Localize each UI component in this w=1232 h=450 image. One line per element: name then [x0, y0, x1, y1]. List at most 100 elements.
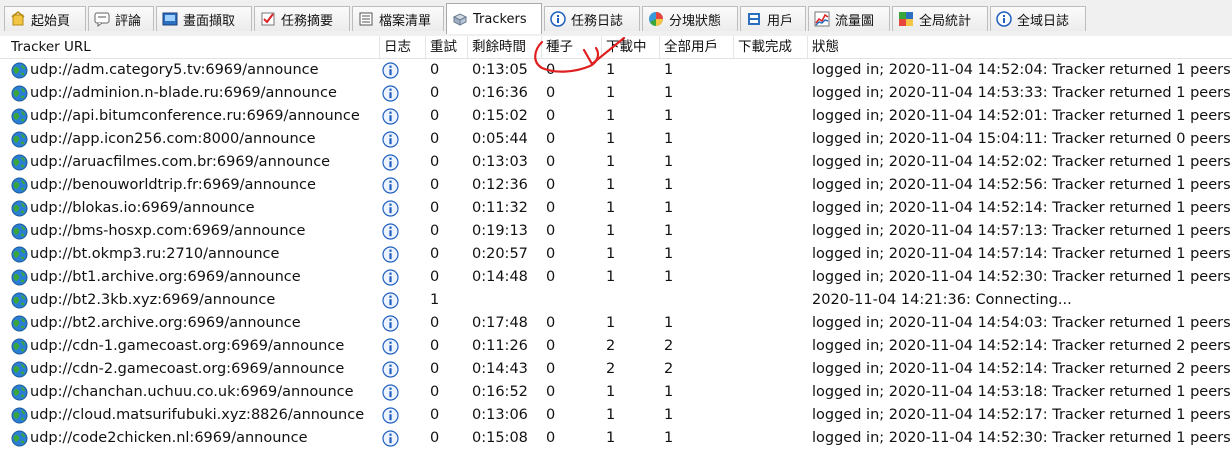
- column-header-remaining[interactable]: 剩餘時間: [468, 36, 542, 58]
- remaining-time: [468, 289, 542, 312]
- info-icon[interactable]: [382, 154, 399, 171]
- column-header-tracker-url[interactable]: Tracker URL: [7, 36, 380, 58]
- table-row[interactable]: udp://cdn-1.gamecoast.org:6969/announce …: [0, 335, 1232, 358]
- all-peers-count: 1: [664, 131, 674, 147]
- table-row[interactable]: udp://api.bitumconference.ru:6969/announ…: [0, 105, 1232, 128]
- tracker-status: logged in; 2020-11-04 14:52:14: Tracker …: [812, 338, 1231, 354]
- remaining-time: 0:11:32: [472, 200, 528, 216]
- info-icon[interactable]: [382, 292, 399, 309]
- tracker-url: udp://chanchan.uchuu.co.uk:6969/announce: [30, 384, 354, 400]
- tab-label: 分塊狀態: [669, 13, 722, 29]
- tab-bar: 起始頁 評論 畫面擷取 任務摘要 檔案清單 Trackers 任務日誌 分塊狀態…: [0, 0, 1232, 37]
- tab-label: 檔案清單: [379, 13, 432, 29]
- tracker-url: udp://code2chicken.nl:6969/announce: [30, 430, 308, 446]
- info-icon[interactable]: [382, 62, 399, 79]
- seeds-count: 0: [546, 62, 556, 78]
- table-row[interactable]: udp://aruacfilmes.com.br:6969/announce 0…: [0, 151, 1232, 174]
- tab-screenshots[interactable]: 畫面擷取: [156, 6, 252, 31]
- completed-count: [734, 220, 808, 243]
- column-header-retry[interactable]: 重試: [426, 36, 468, 58]
- tab-task-summary[interactable]: 任務摘要: [254, 6, 350, 31]
- column-header-status[interactable]: 狀態: [808, 36, 1232, 58]
- task-log-icon: [550, 11, 566, 27]
- info-icon[interactable]: [382, 223, 399, 240]
- downloading-count: 1: [606, 269, 616, 285]
- retry-count: 0: [430, 407, 440, 423]
- tab-task-log[interactable]: 任務日誌: [544, 6, 640, 31]
- table-row[interactable]: udp://cdn-2.gamecoast.org:6969/announce …: [0, 358, 1232, 381]
- tab-users[interactable]: 用戶: [740, 6, 806, 31]
- tracker-url: udp://bt1.archive.org:6969/announce: [30, 269, 301, 285]
- completed-count: [734, 266, 808, 289]
- column-header-completed[interactable]: 下載完成: [734, 36, 808, 58]
- tab-home[interactable]: 起始頁: [4, 6, 86, 31]
- tab-label: 流量圖: [835, 13, 875, 29]
- retry-count: 1: [430, 292, 440, 308]
- tab-label: 任務日誌: [571, 13, 624, 29]
- info-icon[interactable]: [382, 384, 399, 401]
- completed-count: [734, 151, 808, 174]
- tab-trackers[interactable]: Trackers: [446, 3, 542, 34]
- comment-icon: [94, 11, 110, 27]
- table-row[interactable]: udp://blokas.io:6969/announce 0 0:11:32 …: [0, 197, 1232, 220]
- table-row[interactable]: udp://app.icon256.com:8000/announce 0 0:…: [0, 128, 1232, 151]
- tab-traffic-chart[interactable]: 流量圖: [808, 6, 890, 31]
- downloading-count: 1: [606, 177, 616, 193]
- remaining-time: 0:13:06: [472, 407, 528, 423]
- info-icon[interactable]: [382, 269, 399, 286]
- tab-label: Trackers: [473, 11, 527, 27]
- table-row[interactable]: udp://bt1.archive.org:6969/announce 0 0:…: [0, 266, 1232, 289]
- retry-count: 0: [430, 177, 440, 193]
- table-body: udp://adm.category5.tv:6969/announce 0 0…: [0, 59, 1232, 450]
- downloading-count: 1: [606, 85, 616, 101]
- column-header-seeds[interactable]: 種子: [542, 36, 602, 58]
- table-row[interactable]: udp://bt.okmp3.ru:2710/announce 0 0:20:5…: [0, 243, 1232, 266]
- all-peers-count: 1: [664, 62, 674, 78]
- column-header-downloading[interactable]: 下載中: [602, 36, 660, 58]
- table-row[interactable]: udp://adm.category5.tv:6969/announce 0 0…: [0, 59, 1232, 82]
- table-row[interactable]: udp://adminion.n-blade.ru:6969/announce …: [0, 82, 1232, 105]
- retry-count: 0: [430, 338, 440, 354]
- completed-count: [734, 82, 808, 105]
- column-header-log[interactable]: 日志: [380, 36, 426, 58]
- table-row[interactable]: udp://benouworldtrip.fr:6969/announce 0 …: [0, 174, 1232, 197]
- seeds-count: 0: [546, 200, 556, 216]
- table-row[interactable]: udp://cloud.matsurifubuki.xyz:8826/annou…: [0, 404, 1232, 427]
- info-icon[interactable]: [382, 361, 399, 378]
- all-peers-count: 1: [664, 154, 674, 170]
- downloading-count: 1: [606, 407, 616, 423]
- tab-global-stats[interactable]: 全局統計: [892, 6, 988, 31]
- tab-global-log[interactable]: 全域日誌: [990, 6, 1086, 31]
- table-row[interactable]: udp://bms-hosxp.com:6969/announce 0 0:19…: [0, 220, 1232, 243]
- info-icon[interactable]: [382, 315, 399, 332]
- info-icon[interactable]: [382, 430, 399, 447]
- tab-label: 用戶: [767, 13, 794, 29]
- completed-count: [734, 243, 808, 266]
- retry-count: 0: [430, 430, 440, 446]
- trackers-table: Tracker URL 日志 重試 剩餘時間 種子 下載中 全部用戶 下載完成 …: [0, 36, 1232, 450]
- all-peers-count: 2: [664, 361, 674, 377]
- tab-piece-status[interactable]: 分塊狀態: [642, 6, 738, 31]
- info-icon[interactable]: [382, 338, 399, 355]
- column-header-all-peers[interactable]: 全部用戶: [660, 36, 734, 58]
- piece-status-icon: [648, 11, 664, 27]
- all-peers-count: 1: [664, 315, 674, 331]
- info-icon[interactable]: [382, 407, 399, 424]
- table-row[interactable]: udp://chanchan.uchuu.co.uk:6969/announce…: [0, 381, 1232, 404]
- info-icon[interactable]: [382, 108, 399, 125]
- tab-comments[interactable]: 評論: [88, 6, 154, 31]
- remaining-time: 0:05:44: [472, 131, 528, 147]
- info-icon[interactable]: [382, 246, 399, 263]
- tab-file-list[interactable]: 檔案清單: [352, 6, 444, 31]
- info-icon[interactable]: [382, 177, 399, 194]
- tracker-url: udp://adm.category5.tv:6969/announce: [30, 62, 319, 78]
- info-icon[interactable]: [382, 200, 399, 217]
- tracker-status: logged in; 2020-11-04 14:52:14: Tracker …: [812, 361, 1231, 377]
- task-summary-icon: [260, 11, 276, 27]
- table-row[interactable]: udp://bt2.3kb.xyz:6969/announce 1 2020-1…: [0, 289, 1232, 312]
- table-row[interactable]: udp://code2chicken.nl:6969/announce 0 0:…: [0, 427, 1232, 450]
- info-icon[interactable]: [382, 85, 399, 102]
- downloading-count: 1: [606, 62, 616, 78]
- table-row[interactable]: udp://bt2.archive.org:6969/announce 0 0:…: [0, 312, 1232, 335]
- info-icon[interactable]: [382, 131, 399, 148]
